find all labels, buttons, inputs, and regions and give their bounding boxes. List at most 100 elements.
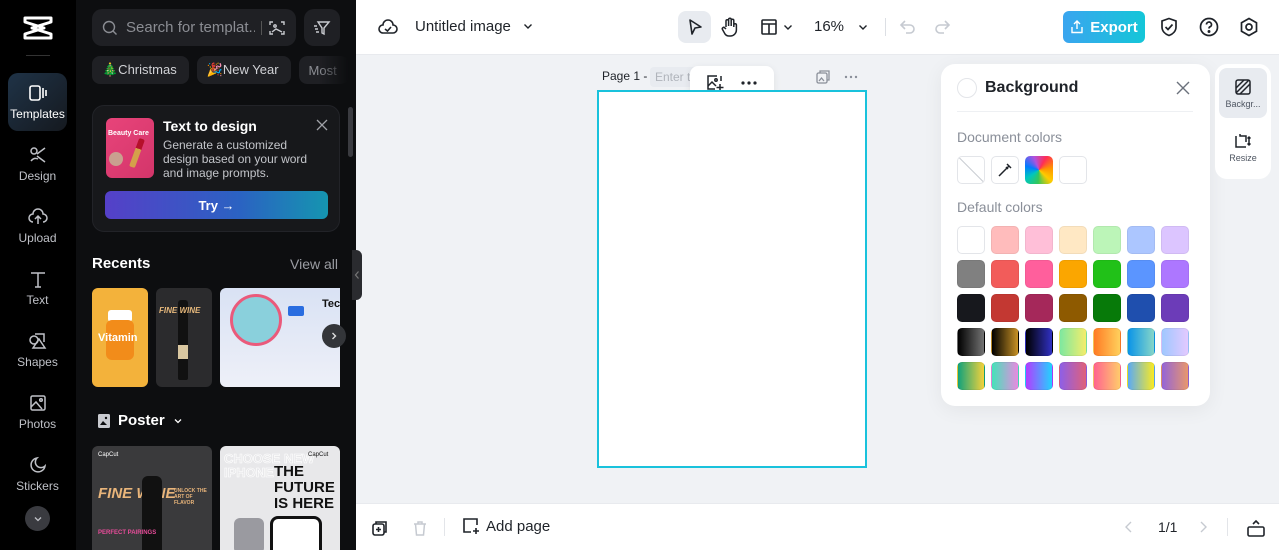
promo-thumb-dot xyxy=(109,152,123,166)
color-swatch[interactable] xyxy=(1093,260,1121,288)
image-search-icon[interactable] xyxy=(268,19,286,37)
color-swatch[interactable] xyxy=(1059,294,1087,322)
chip-new-year[interactable]: 🎉New Year xyxy=(196,56,291,84)
rail-item-templates[interactable]: Templates xyxy=(8,73,67,131)
page-more-icon[interactable] xyxy=(843,69,859,85)
color-swatch[interactable] xyxy=(1093,362,1121,390)
color-swatch[interactable] xyxy=(1093,328,1121,356)
poster-grid: CapCut FINE WINE UNLOCK THE ART OF FLAVO… xyxy=(92,446,340,550)
rail-more-button[interactable] xyxy=(25,506,50,531)
previous-page-icon[interactable] xyxy=(1122,519,1136,535)
shield-check-icon[interactable] xyxy=(1158,16,1180,38)
chip-christmas[interactable]: 🎄Christmas xyxy=(92,56,189,84)
poster-template[interactable]: CHOOSE NEW IPHONE CapCut THE FUTURE IS H… xyxy=(220,446,340,550)
delete-page-icon[interactable] xyxy=(411,519,429,537)
color-swatch[interactable] xyxy=(1025,294,1053,322)
close-icon[interactable] xyxy=(315,118,329,132)
divider xyxy=(444,518,445,536)
duplicate-page-icon[interactable] xyxy=(815,69,831,85)
color-swatch[interactable] xyxy=(991,294,1019,322)
color-swatch[interactable] xyxy=(1093,226,1121,254)
color-swatch[interactable] xyxy=(957,260,985,288)
duplicate-page-icon[interactable] xyxy=(371,519,389,537)
redo-icon[interactable] xyxy=(932,17,952,37)
document-title[interactable]: Untitled image xyxy=(415,18,511,35)
color-swatch[interactable] xyxy=(1059,226,1087,254)
artboard-page-1[interactable] xyxy=(597,90,867,468)
color-swatch[interactable] xyxy=(1161,294,1189,322)
search-input[interactable]: Search for templat... xyxy=(126,19,255,36)
rail-item-shapes[interactable]: Shapes xyxy=(8,321,67,379)
poster-template[interactable]: CapCut FINE WINE UNLOCK THE ART OF FLAVO… xyxy=(92,446,212,550)
no-color-swatch[interactable] xyxy=(957,156,985,184)
color-swatch[interactable] xyxy=(1025,328,1053,356)
document-color-swatch[interactable] xyxy=(1059,156,1087,184)
color-swatch[interactable] xyxy=(1161,328,1189,356)
color-swatch[interactable] xyxy=(1059,260,1087,288)
color-swatch[interactable] xyxy=(1093,294,1121,322)
chip-most[interactable]: Most xyxy=(298,56,349,84)
color-swatch[interactable] xyxy=(1059,328,1087,356)
hand-tool-icon[interactable] xyxy=(719,16,741,38)
color-swatch[interactable] xyxy=(1025,362,1053,390)
panel-scrollbar[interactable] xyxy=(348,107,353,157)
expand-pages-icon[interactable] xyxy=(1246,518,1266,538)
poster-category-dropdown[interactable]: Poster xyxy=(98,412,183,429)
cloud-sync-icon[interactable] xyxy=(378,17,398,37)
add-page-button[interactable]: Add page xyxy=(462,517,550,535)
template-search[interactable]: Search for templat... xyxy=(92,9,296,46)
rail-item-photos[interactable]: Photos xyxy=(8,383,67,441)
color-swatch[interactable] xyxy=(991,328,1019,356)
recent-item[interactable]: Vitamin xyxy=(92,288,148,387)
eyedropper-button[interactable] xyxy=(991,156,1019,184)
settings-icon[interactable] xyxy=(1238,16,1260,38)
recent-item[interactable]: FINE WINE xyxy=(156,288,212,387)
top-toolbar: Untitled image 16% Export xyxy=(356,0,1279,55)
color-swatch[interactable] xyxy=(957,362,985,390)
chevron-down-icon[interactable] xyxy=(522,20,534,32)
rail-item-design[interactable]: Design xyxy=(8,135,67,193)
filter-button[interactable] xyxy=(304,9,340,46)
color-swatch[interactable] xyxy=(991,260,1019,288)
select-tool-button[interactable] xyxy=(678,11,711,43)
color-swatch[interactable] xyxy=(1127,260,1155,288)
color-swatch[interactable] xyxy=(1127,294,1155,322)
color-swatch[interactable] xyxy=(1127,226,1155,254)
color-swatch[interactable] xyxy=(1025,226,1053,254)
color-swatch[interactable] xyxy=(991,226,1019,254)
color-swatch[interactable] xyxy=(1127,328,1155,356)
custom-color-picker[interactable] xyxy=(1025,156,1053,184)
rail-item-stickers[interactable]: Stickers xyxy=(8,445,67,503)
chevron-down-icon[interactable] xyxy=(857,21,869,33)
rail-item-resize[interactable]: Resize xyxy=(1219,122,1267,172)
color-swatch[interactable] xyxy=(957,294,985,322)
export-button[interactable]: Export xyxy=(1063,11,1145,43)
color-swatch[interactable] xyxy=(1059,362,1087,390)
chevron-down-icon[interactable] xyxy=(782,21,794,33)
more-options-icon[interactable] xyxy=(740,80,758,86)
help-icon[interactable] xyxy=(1198,16,1220,38)
rail-item-background[interactable]: Backgr... xyxy=(1219,68,1267,118)
color-swatch[interactable] xyxy=(1161,260,1189,288)
chevron-down-icon xyxy=(174,418,182,423)
undo-icon[interactable] xyxy=(898,17,918,37)
try-button[interactable]: Try → xyxy=(105,191,328,219)
close-icon[interactable] xyxy=(1175,80,1191,96)
color-swatch[interactable] xyxy=(1161,226,1189,254)
layout-icon[interactable] xyxy=(759,17,779,37)
color-swatch[interactable] xyxy=(957,328,985,356)
view-all-link[interactable]: View all xyxy=(290,256,338,272)
color-swatch[interactable] xyxy=(991,362,1019,390)
color-swatch[interactable] xyxy=(1161,362,1189,390)
zoom-level[interactable]: 16% xyxy=(814,18,844,35)
color-swatch[interactable] xyxy=(1127,362,1155,390)
color-swatch[interactable] xyxy=(1025,260,1053,288)
recents-next-button[interactable] xyxy=(322,324,346,348)
collapse-panel-handle[interactable] xyxy=(352,250,362,300)
divider xyxy=(1227,518,1228,536)
color-swatch[interactable] xyxy=(957,226,985,254)
next-page-icon[interactable] xyxy=(1196,519,1210,535)
rail-item-text[interactable]: Text xyxy=(8,259,67,317)
capcut-logo-icon[interactable] xyxy=(22,14,54,42)
rail-item-upload[interactable]: Upload xyxy=(8,197,67,255)
